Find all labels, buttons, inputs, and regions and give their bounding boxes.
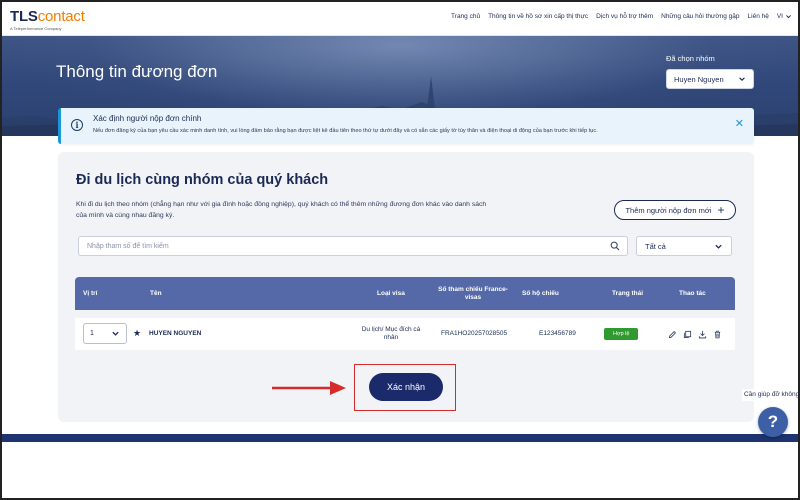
copy-icon[interactable] xyxy=(683,330,692,339)
top-navigation: TLScontact A Teleperformance Company Tra… xyxy=(2,2,798,36)
nav-link-visa-info[interactable]: Thông tin về hồ sơ xin cấp thị thực xyxy=(488,13,588,20)
col-position: Vị trí xyxy=(83,289,98,297)
group-select-value: Huyen Nguyen xyxy=(674,74,724,84)
chevron-down-icon xyxy=(112,331,119,336)
col-passport: Số hộ chiếu xyxy=(522,289,559,297)
nav-link-faq[interactable]: Những câu hỏi thường gặp xyxy=(661,13,739,20)
section-title: Đi du lịch cùng nhóm của quý khách xyxy=(76,172,329,188)
col-france-visas-ref: Số tham chiếu France-visas xyxy=(438,285,508,301)
search-input[interactable]: Nhập tham số để tìm kiếm xyxy=(78,236,628,256)
plus-icon: + xyxy=(717,203,725,217)
filter-value: Tất cả xyxy=(645,241,666,251)
status-badge: Hợp lệ xyxy=(604,328,639,340)
status-filter-select[interactable]: Tất cả xyxy=(636,236,732,256)
nav-link-home[interactable]: Trang chủ xyxy=(451,13,480,20)
col-name: Tên xyxy=(150,289,162,297)
applicant-name: HUYEN NGUYEN xyxy=(149,330,202,337)
nav-link-extra-services[interactable]: Dịch vụ hỗ trợ thêm xyxy=(596,13,653,20)
logo-tagline: A Teleperformance Company xyxy=(10,26,62,31)
info-icon: i xyxy=(71,119,83,131)
language-selector[interactable]: VI xyxy=(777,13,792,20)
add-applicant-button[interactable]: Thêm người nộp đơn mới + xyxy=(614,200,736,220)
table-row: 1 ★ HUYEN NGUYEN Du lịch/ Mục đích cá nh… xyxy=(75,318,735,350)
position-value: 1 xyxy=(90,330,94,337)
info-banner: i Xác định người nộp đơn chính Nếu đơn đ… xyxy=(58,108,754,144)
table-header: Vị trí Tên Loại visa Số tham chiếu Franc… xyxy=(75,277,735,310)
nav-links: Trang chủ Thông tin về hồ sơ xin cấp thị… xyxy=(451,13,792,20)
group-select[interactable]: Huyen Nguyen xyxy=(666,69,754,89)
search-placeholder: Nhập tham số để tìm kiếm xyxy=(87,242,169,250)
chevron-down-icon xyxy=(715,244,722,249)
info-text: Nếu đơn đăng ký của bạn yêu cầu xác minh… xyxy=(93,128,598,134)
france-visas-ref-value: FRA1HO20257028505 xyxy=(441,330,508,337)
close-icon[interactable]: ✕ xyxy=(735,119,744,130)
chevron-down-icon xyxy=(739,77,745,81)
search-icon[interactable] xyxy=(610,241,620,251)
info-title: Xác định người nộp đơn chính xyxy=(93,114,202,123)
star-icon: ★ xyxy=(133,328,142,338)
screen: TLScontact A Teleperformance Company Tra… xyxy=(0,0,800,500)
row-actions xyxy=(668,318,722,350)
add-applicant-label: Thêm người nộp đơn mới xyxy=(625,205,712,215)
page-title: Thông tin đương đơn xyxy=(56,62,218,81)
position-select[interactable]: 1 xyxy=(83,323,127,344)
chevron-down-icon xyxy=(786,15,791,19)
confirm-button[interactable]: Xác nhận xyxy=(369,373,443,401)
help-button[interactable]: ? xyxy=(758,407,788,437)
tlscontact-logo[interactable]: TLScontact A Teleperformance Company xyxy=(10,8,85,31)
group-label: Đã chọn nhóm xyxy=(666,54,715,63)
logo-brand: TLS xyxy=(10,8,38,25)
passport-value: E123456789 xyxy=(539,330,576,337)
edit-icon[interactable] xyxy=(668,330,677,339)
help-text: Cần giúp đỡ không xyxy=(742,389,798,401)
col-actions: Thao tác xyxy=(679,289,706,297)
annotation-arrow-icon xyxy=(272,381,346,395)
language-label: VI xyxy=(776,13,783,20)
visa-type-value: Du lịch/ Mục đích cá nhân xyxy=(361,326,421,341)
col-visa-type: Loại visa xyxy=(377,289,405,297)
download-icon[interactable] xyxy=(698,330,707,339)
footer-band xyxy=(2,434,798,442)
col-status: Trạng thái xyxy=(612,289,644,297)
status-cell: Hợp lệ xyxy=(604,318,639,350)
delete-icon[interactable] xyxy=(713,330,722,339)
logo-suffix: contact xyxy=(37,8,85,25)
section-description: Khi đi du lịch theo nhóm (chẳng hạn như … xyxy=(76,201,487,219)
group-travel-card: Đi du lịch cùng nhóm của quý khách Khi đ… xyxy=(58,152,754,422)
nav-link-contact[interactable]: Liên hệ xyxy=(748,13,769,20)
